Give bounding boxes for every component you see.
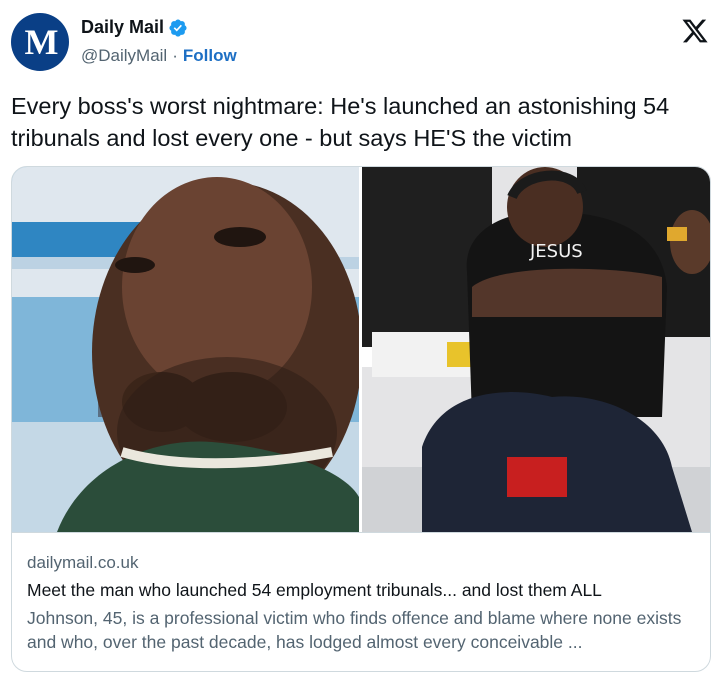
tweet-header: M Daily Mail @DailyMail · Follow	[11, 12, 711, 72]
card-domain: dailymail.co.uk	[27, 553, 139, 572]
verified-badge-icon	[169, 18, 187, 37]
card-title[interactable]: Meet the man who launched 54 employment …	[27, 580, 602, 601]
selfie-illustration	[12, 167, 359, 532]
author-name-row: Daily Mail	[81, 17, 188, 38]
follow-button[interactable]: Follow	[183, 46, 237, 66]
link-preview-card[interactable]: JESUS dailymail.co.uk Meet the man who l…	[11, 166, 711, 672]
left-photo	[12, 167, 359, 532]
right-photo: JESUS	[362, 167, 710, 532]
separator-dot: ·	[172, 46, 178, 65]
card-meta[interactable]: dailymail.co.uk Meet the man who launche…	[12, 532, 710, 671]
card-description: Johnson, 45, is a professional victim wh…	[27, 608, 682, 652]
author-handle-row: @DailyMail · Follow	[81, 46, 237, 66]
author-display-name[interactable]: Daily Mail	[81, 17, 164, 38]
shirt-text: JESUS	[529, 241, 583, 262]
tweet-text: Every boss's worst nightmare: He's launc…	[11, 93, 670, 151]
avatar-logo-letter: M	[24, 22, 59, 62]
author-avatar[interactable]: M	[11, 13, 69, 71]
x-logo-icon[interactable]	[681, 17, 709, 45]
author-handle[interactable]: @DailyMail	[81, 46, 167, 66]
gym-photo-illustration: JESUS	[362, 167, 710, 532]
card-image[interactable]: JESUS	[12, 167, 710, 532]
